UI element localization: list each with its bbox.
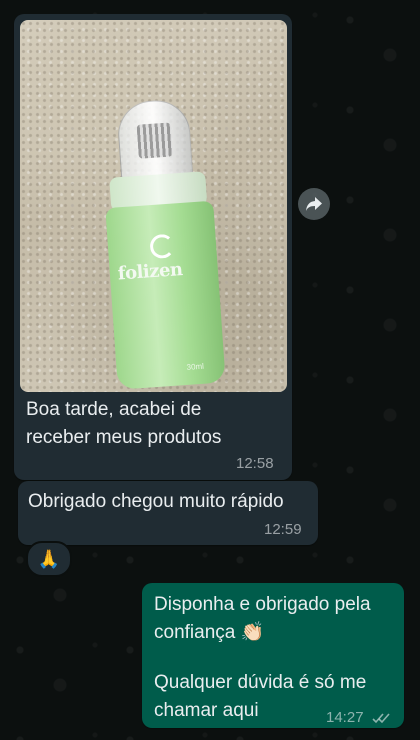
double-check-icon	[372, 713, 390, 724]
bottle-body: folizen 30ml	[105, 200, 226, 390]
brand-logo-icon	[149, 233, 175, 260]
brand-name: folizen	[117, 259, 184, 285]
bottle-volume: 30ml	[186, 361, 205, 372]
message-time: 12:58	[236, 455, 274, 472]
message-reaction[interactable]: 🙏	[26, 541, 72, 577]
message-time: 14:27	[326, 709, 364, 726]
product-photo[interactable]: folizen 30ml	[20, 20, 287, 392]
message-text-bubble[interactable]: Obrigado chegou muito rápido 12:59	[18, 481, 318, 545]
message-text-bubble-outgoing[interactable]: Disponha e obrigado pela confiança 👏🏻 Qu…	[142, 583, 404, 728]
bottle-cap	[115, 98, 194, 184]
bottle-illustration: folizen 30ml	[98, 96, 236, 392]
message-text: Boa tarde, acabei de receber meus produt…	[26, 399, 222, 448]
message-text: Disponha e obrigado pela confiança 👏🏻	[154, 594, 371, 643]
forward-arrow-icon	[306, 197, 322, 211]
message-text: Obrigado chegou muito rápido	[28, 491, 284, 512]
message-time: 12:59	[264, 521, 302, 538]
forward-button[interactable]	[298, 188, 330, 220]
